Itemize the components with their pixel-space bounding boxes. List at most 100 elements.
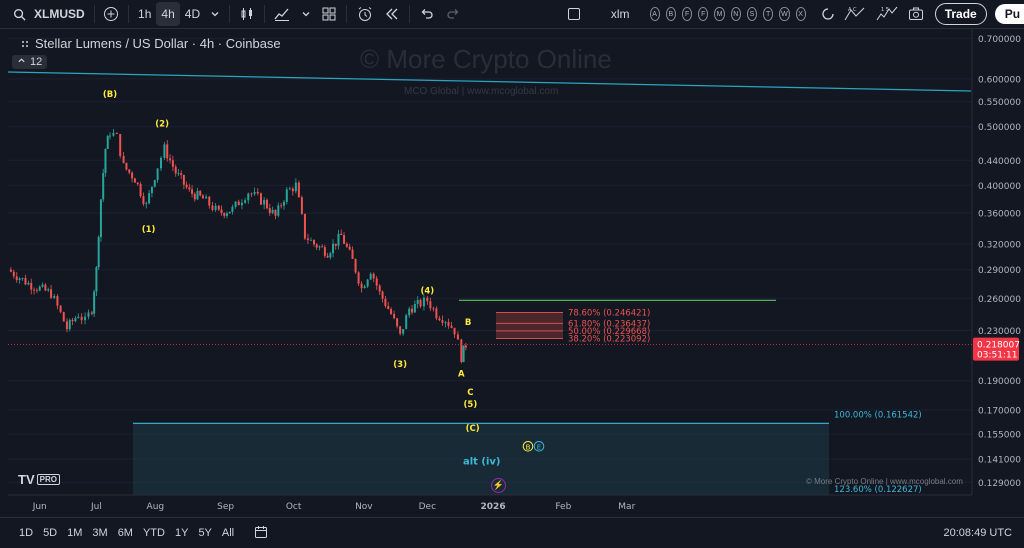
price-tick-label: 0.440000	[978, 157, 1021, 167]
candle-body	[62, 312, 65, 322]
publish-button[interactable]: Pu	[994, 4, 1024, 24]
candle-body	[84, 316, 87, 321]
checkbox-toggle[interactable]	[562, 2, 586, 26]
interval-dropdown[interactable]	[205, 2, 225, 26]
redo-button[interactable]	[440, 2, 466, 26]
checkbox-icon	[567, 8, 580, 20]
range-1y[interactable]: 1Y	[170, 527, 193, 539]
candle-body	[460, 339, 463, 363]
candle-body	[294, 182, 297, 192]
range-ytd[interactable]: YTD	[138, 527, 170, 539]
candle-body	[97, 237, 100, 268]
candle-body	[263, 199, 266, 205]
letter-button-s[interactable]: S	[746, 7, 758, 21]
candle-body	[399, 326, 402, 334]
candle-body	[343, 235, 346, 244]
price-chart[interactable]: 100.00% (0.161542) 123.60% (0.122627) 78.…	[0, 29, 1024, 517]
range-all[interactable]: All	[217, 527, 239, 539]
candle-body	[166, 144, 169, 159]
candle-body	[93, 291, 96, 314]
utc-clock[interactable]: 20:08:49 UTC	[944, 527, 1012, 539]
candle-body	[416, 299, 419, 304]
candle-body	[247, 193, 250, 201]
layouts-button[interactable]	[316, 2, 342, 26]
candle-body	[191, 189, 194, 194]
candle-body	[125, 162, 128, 170]
candle-body	[99, 199, 102, 238]
candle-body	[450, 325, 453, 328]
snapshot-button[interactable]	[903, 2, 929, 26]
candle-body	[95, 267, 98, 292]
candle-body	[345, 243, 348, 247]
wave-label: C	[467, 388, 473, 398]
candle-body	[205, 196, 208, 199]
letter-button-b[interactable]: B	[665, 7, 676, 21]
flash-icon[interactable]: ⚡	[491, 478, 506, 493]
wave-tool-abc[interactable]: A C	[839, 2, 871, 26]
time-tick-label: Nov	[355, 502, 373, 512]
candle-body	[447, 322, 450, 326]
indicator-toggle[interactable]: 12	[12, 55, 48, 69]
date-range-button[interactable]	[249, 525, 273, 542]
candle-body	[87, 312, 90, 317]
candle-body	[441, 320, 444, 323]
chevron-up-icon	[18, 58, 25, 63]
fib-level-label: 78.60% (0.246421)	[568, 308, 650, 318]
candle-body	[228, 211, 231, 214]
range-3m[interactable]: 3M	[87, 527, 112, 539]
undo-button[interactable]	[414, 2, 440, 26]
chart-type-button[interactable]	[234, 2, 260, 26]
candle-body	[104, 148, 107, 173]
interval-1h[interactable]: 1h	[133, 2, 156, 26]
price-tick-label: 0.320000	[978, 240, 1021, 250]
alert-button[interactable]	[351, 2, 379, 26]
candle-body	[12, 271, 15, 277]
trade-button[interactable]: Trade	[934, 3, 987, 25]
candle-body	[453, 327, 456, 335]
interval-4h[interactable]: 4h	[156, 2, 180, 26]
letter-button-f2[interactable]: F	[698, 7, 709, 21]
letter-button-t[interactable]: T	[763, 7, 774, 21]
indicators-dropdown[interactable]	[296, 2, 316, 26]
letter-button-w[interactable]: W	[779, 7, 790, 21]
indicators-button[interactable]	[268, 2, 296, 26]
candle-body	[402, 329, 405, 334]
letter-button-n[interactable]: N	[730, 7, 741, 21]
range-5d[interactable]: 5D	[38, 527, 62, 539]
letter-button-a[interactable]: A	[649, 7, 660, 21]
candle-body	[9, 269, 12, 272]
chart-legend[interactable]: Stellar Lumens / US Dollar · 4h · Coinba…	[20, 36, 281, 51]
search-text[interactable]: xlm	[606, 2, 635, 26]
letter-button-m[interactable]: M	[714, 7, 725, 21]
candle-body	[435, 308, 438, 319]
candle-body	[334, 243, 337, 246]
search-icon	[13, 8, 26, 21]
candle-body	[15, 276, 18, 281]
candle-body	[291, 188, 294, 192]
wave-tool-impulse[interactable]: 1 5	[871, 2, 903, 26]
symbol-search-button[interactable]: XLMUSD	[8, 2, 90, 26]
tradingview-logo[interactable]: TV PRO	[18, 472, 60, 487]
candle-body	[65, 321, 68, 330]
range-6m[interactable]: 6M	[113, 527, 138, 539]
candle-body	[217, 205, 220, 210]
letter-button-x[interactable]: X	[795, 7, 806, 21]
interval-4d[interactable]: 4D	[180, 2, 205, 26]
candle-body	[128, 169, 131, 173]
candle-body	[297, 182, 300, 198]
wave-label: (4)	[420, 286, 434, 296]
letter-button-f1[interactable]: F	[681, 7, 693, 21]
legend-title: Stellar Lumens / US Dollar · 4h · Coinba…	[35, 36, 281, 51]
price-tick-label: 0.170000	[978, 406, 1021, 416]
add-symbol-button[interactable]	[98, 2, 124, 26]
candle-body	[33, 289, 36, 291]
candle-body	[109, 135, 111, 137]
replay-button[interactable]	[379, 2, 405, 26]
range-1m[interactable]: 1M	[62, 527, 87, 539]
candle-body	[35, 290, 38, 291]
wave-marker-label: B	[526, 443, 531, 451]
candle-body	[80, 316, 83, 321]
range-1d[interactable]: 1D	[14, 527, 38, 539]
candle-body	[38, 286, 41, 291]
range-5y[interactable]: 5Y	[193, 527, 216, 539]
